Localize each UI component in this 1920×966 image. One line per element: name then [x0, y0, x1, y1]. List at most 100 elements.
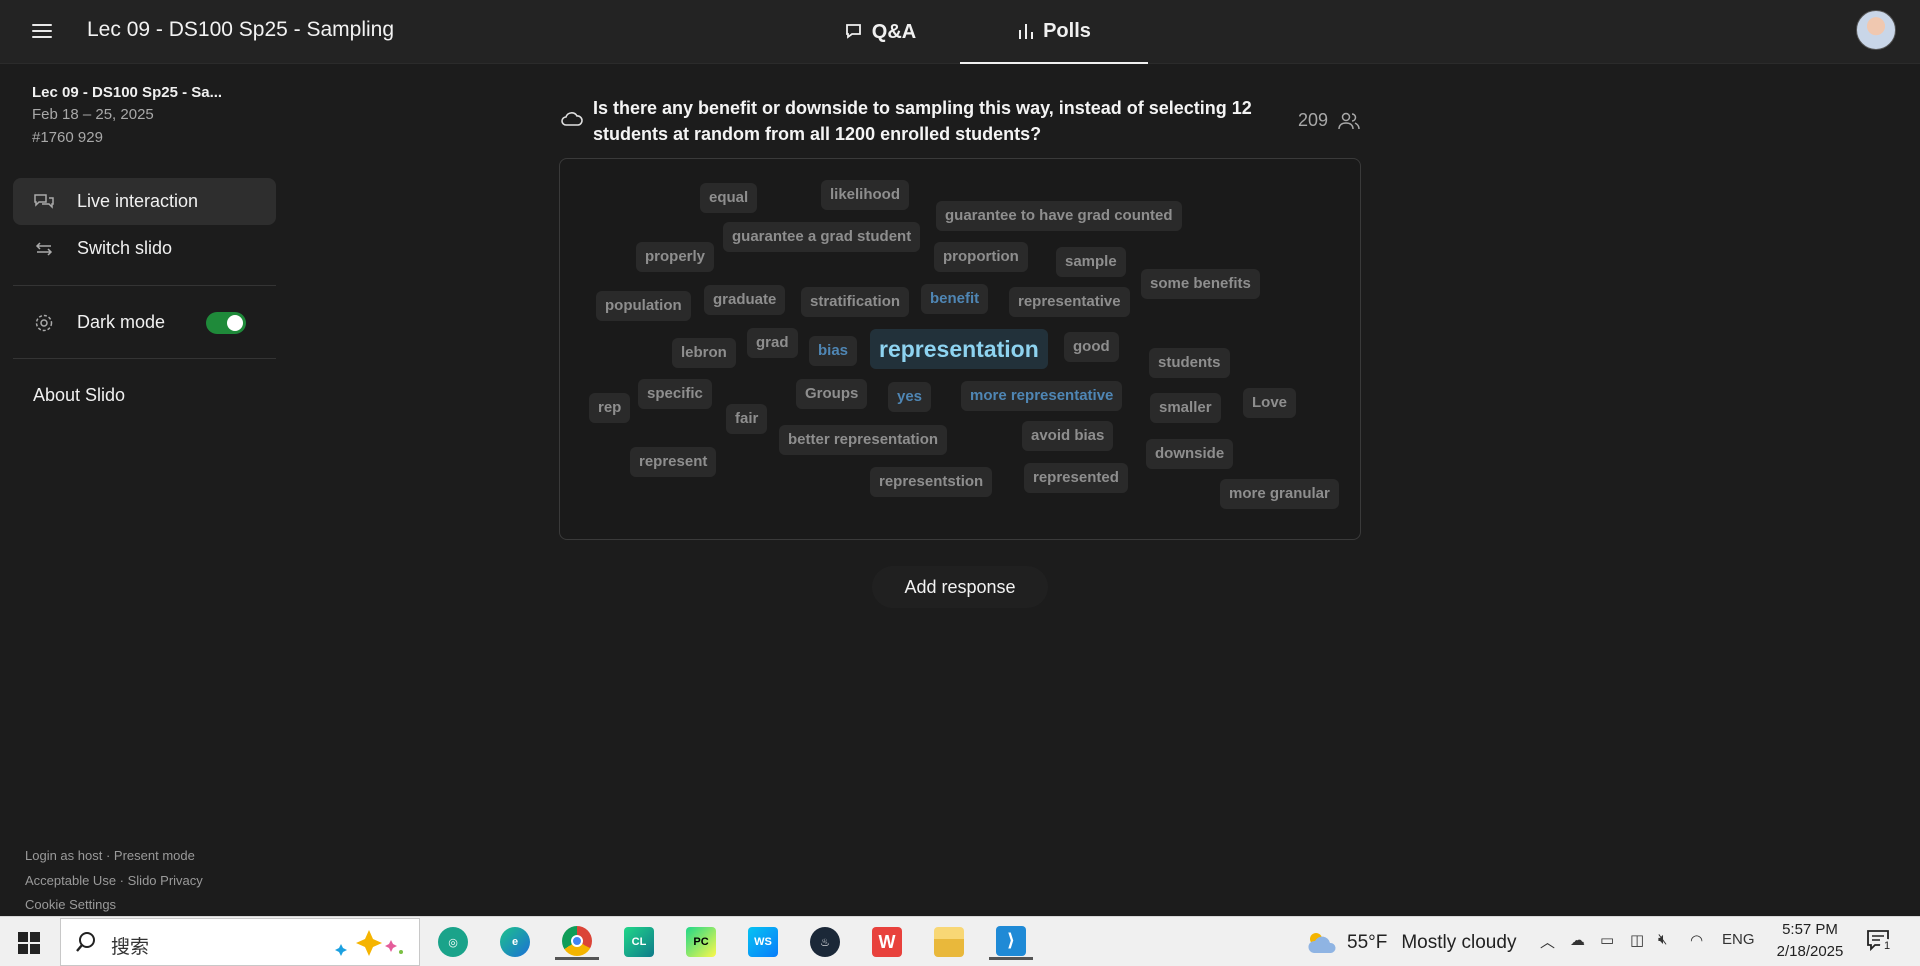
- word-cloud-item: guarantee a grad student: [723, 222, 921, 252]
- tab-qa-label: Q&A: [871, 20, 917, 43]
- search-icon: [76, 932, 95, 952]
- wifi-icon[interactable]: ◠: [1690, 931, 1703, 949]
- word-cloud-item: avoid bias: [1022, 421, 1114, 451]
- menu-icon[interactable]: [30, 20, 54, 42]
- taskbar: 搜索 ◎ e CL PC WS ♨ W ⟩ 55°F Mostly cloudy…: [0, 916, 1920, 966]
- word-cloud-item: Love: [1243, 388, 1297, 418]
- about-slido-link[interactable]: About Slido: [33, 385, 125, 406]
- word-cloud-item: proportion: [934, 242, 1028, 272]
- copilot-icon[interactable]: [329, 928, 409, 958]
- event-dates: Feb 18 – 25, 2025: [32, 106, 154, 123]
- word-cloud-item: good: [1064, 332, 1119, 362]
- participant-count: 209: [1298, 110, 1329, 130]
- input-language[interactable]: ENG: [1722, 931, 1755, 948]
- word-cloud-item: fair: [726, 404, 768, 434]
- weather-temperature: 55°F: [1347, 932, 1388, 953]
- participants-icon: [1338, 112, 1360, 130]
- word-cloud-icon: [561, 112, 583, 126]
- chat-bubbles-icon: [33, 191, 55, 213]
- word-cloud-item: downside: [1146, 439, 1234, 469]
- clion-icon[interactable]: CL: [617, 924, 661, 960]
- cookie-settings-link[interactable]: Cookie Settings: [25, 897, 116, 912]
- present-mode-link[interactable]: Present mode: [114, 848, 195, 863]
- clock-time[interactable]: 5:57 PM: [1770, 921, 1850, 938]
- sidebar-item-switch-slido[interactable]: Switch slido: [13, 225, 276, 272]
- word-cloud-item: likelihood: [821, 180, 910, 210]
- word-cloud-item: graduate: [704, 285, 786, 315]
- word-cloud-item: more representative: [961, 381, 1123, 411]
- word-cloud-item: rep: [589, 393, 631, 423]
- word-cloud-item: population: [596, 291, 691, 321]
- speaker-muted-icon[interactable]: 🔇︎: [1658, 931, 1667, 948]
- vscode-icon[interactable]: ⟩: [989, 924, 1033, 960]
- word-cloud-item: represent: [630, 447, 717, 477]
- word-cloud-item: better representation: [779, 425, 948, 455]
- word-cloud-item: guarantee to have grad counted: [936, 201, 1182, 231]
- sidebar: Lec 09 - DS100 Sp25 - Sa... Feb 18 – 25,…: [0, 64, 290, 916]
- word-cloud-item: sample: [1056, 247, 1126, 277]
- sidebar-item-label: Switch slido: [77, 238, 173, 258]
- poll-question: Is there any benefit or downside to samp…: [593, 98, 1252, 144]
- word-cloud-item: smaller: [1150, 393, 1221, 423]
- chatgpt-icon[interactable]: ◎: [431, 924, 475, 960]
- windows-start-icon[interactable]: [18, 932, 40, 954]
- cloudy-weather-icon: [1308, 933, 1336, 953]
- login-host-link[interactable]: Login as host: [25, 848, 102, 863]
- wps-icon[interactable]: W: [865, 924, 909, 960]
- webstorm-icon[interactable]: WS: [741, 924, 785, 960]
- event-name: Lec 09 - DS100 Sp25 - Sa...: [32, 84, 223, 101]
- tab-qa[interactable]: Q&A: [810, 0, 950, 64]
- avatar[interactable]: [1856, 10, 1896, 50]
- divider: [13, 358, 276, 359]
- word-cloud-item: some benefits: [1141, 269, 1260, 299]
- acceptable-use-link[interactable]: Acceptable Use: [25, 873, 116, 888]
- chat-bubble-icon: [845, 24, 861, 39]
- taskbar-search-box[interactable]: 搜索: [60, 918, 420, 966]
- footer-links-row-2: Acceptable Use · Slido Privacy: [25, 873, 203, 888]
- divider: [13, 285, 276, 286]
- privacy-link[interactable]: Slido Privacy: [128, 873, 203, 888]
- word-cloud-item: more granular: [1220, 479, 1339, 509]
- notification-center-icon[interactable]: 1: [1866, 929, 1894, 958]
- add-response-button[interactable]: Add response: [872, 566, 1048, 608]
- word-cloud-item: benefit: [921, 284, 989, 314]
- swap-arrows-icon: [33, 238, 55, 260]
- word-cloud-item: properly: [636, 242, 715, 272]
- word-cloud: equal likelihood guarantee to have grad …: [559, 158, 1361, 540]
- top-bar: Lec 09 - DS100 Sp25 - Sampling Q&A Polls: [0, 0, 1920, 64]
- word-cloud-item: represented: [1024, 463, 1128, 493]
- word-cloud-item: grad: [747, 328, 798, 358]
- bar-chart-icon: [1019, 24, 1034, 39]
- tab-polls-label: Polls: [1043, 19, 1091, 42]
- page-title: Lec 09 - DS100 Sp25 - Sampling: [87, 18, 395, 41]
- weather-description: Mostly cloudy: [1401, 932, 1517, 953]
- word-cloud-item: Groups: [796, 379, 868, 409]
- sidebar-item-live-interaction[interactable]: Live interaction: [13, 178, 276, 225]
- edge-icon[interactable]: e: [493, 924, 537, 960]
- chevron-up-icon[interactable]: ︿: [1540, 931, 1555, 952]
- word-cloud-item: yes: [888, 382, 932, 412]
- battery-icon[interactable]: ▭: [1600, 931, 1614, 949]
- steam-icon[interactable]: ♨: [803, 924, 847, 960]
- notification-badge: 1: [1880, 939, 1894, 953]
- settings-gear-icon: [33, 312, 55, 334]
- word-cloud-item: specific: [638, 379, 712, 409]
- word-cloud-item: stratification: [801, 287, 910, 317]
- search-placeholder: 搜索: [111, 936, 150, 958]
- tab-polls[interactable]: Polls: [960, 0, 1148, 64]
- word-cloud-item: equal: [700, 183, 758, 213]
- file-explorer-icon[interactable]: [927, 924, 971, 960]
- word-cloud-item: lebron: [672, 338, 736, 368]
- meet-now-icon[interactable]: ◫: [1630, 931, 1644, 949]
- chrome-icon[interactable]: [555, 924, 599, 960]
- word-cloud-item-top: representation: [870, 329, 1048, 369]
- word-cloud-item: bias: [809, 336, 858, 366]
- pycharm-icon[interactable]: PC: [679, 924, 723, 960]
- onedrive-cloud-icon[interactable]: ☁: [1570, 931, 1585, 949]
- dark-mode-label: Dark mode: [77, 312, 166, 332]
- event-code: #1760 929: [32, 129, 103, 146]
- sidebar-item-label: Live interaction: [77, 191, 199, 211]
- weather-widget[interactable]: 55°F Mostly cloudy: [1305, 929, 1516, 957]
- dark-mode-toggle[interactable]: [206, 312, 246, 334]
- clock-date[interactable]: 2/18/2025: [1762, 943, 1858, 960]
